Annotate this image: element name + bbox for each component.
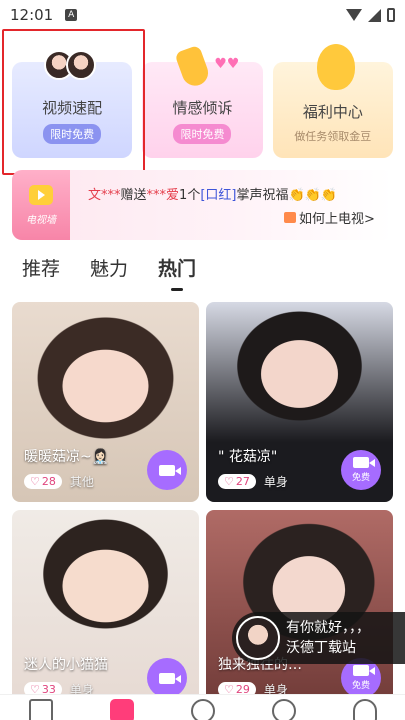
category-tabs: 推荐 魅力 热门 xyxy=(22,254,196,291)
video-camera-icon xyxy=(353,665,375,676)
tv-broadcast-banner[interactable]: 电视墙 文***赠送***爱1个[口红]掌声祝福👏👏👏 如何上电视> xyxy=(12,170,393,240)
free-video-call-button[interactable]: 免费 xyxy=(341,658,381,698)
heart-icon: ♡ xyxy=(224,475,234,488)
feature-title: 情感倾诉 xyxy=(172,99,233,117)
status-time: 12:01 xyxy=(10,6,54,24)
gift-suffix: 掌声祝福👏👏👏 xyxy=(236,188,338,203)
host-card[interactable]: 迷人的小猫猫 ♡ 33 单身 xyxy=(12,510,199,710)
free-video-call-button[interactable]: 免费 xyxy=(341,450,381,490)
host-card[interactable]: 独来独往的… ♡ 29 单身 免费 xyxy=(206,510,393,710)
feature-row: 视频速配 限时免费 ♥♥ 情感倾诉 限时免费 福利中心 做任务领取金豆 xyxy=(12,44,393,158)
home-icon[interactable] xyxy=(28,699,53,720)
play-icon xyxy=(29,184,53,205)
feature-title: 福利中心 xyxy=(302,103,363,121)
welfare-center-card[interactable]: 福利中心 做任务领取金豆 xyxy=(272,44,393,158)
gift-verb: 赠送 xyxy=(120,188,147,203)
sender-name: 文*** xyxy=(88,188,121,203)
host-name: 暖暖菇凉~👩🏻‍⚕️ xyxy=(24,449,110,465)
free-label: 免费 xyxy=(351,681,370,691)
host-meta: ♡ 28 其他 xyxy=(24,473,94,490)
how-to-get-on-tv-link[interactable]: 如何上电视> xyxy=(284,208,375,227)
video-match-avatars xyxy=(44,50,96,80)
toast-line-1: 有你就好，，， xyxy=(286,620,370,636)
tv-wall-label: 电视墙 xyxy=(26,214,56,226)
tab-recommend[interactable]: 推荐 xyxy=(22,254,60,281)
tab-hot[interactable]: 热门 xyxy=(158,254,196,291)
host-name: " 花菇凉" xyxy=(218,449,278,465)
video-camera-icon xyxy=(159,672,181,684)
gift-name: [口红] xyxy=(200,188,237,203)
toast-avatar xyxy=(236,616,280,660)
likes-count: 28 xyxy=(41,475,56,488)
video-match-card[interactable]: 视频速配 限时免费 xyxy=(12,50,133,158)
bottom-nav xyxy=(0,694,405,720)
host-card[interactable]: " 花菇凉" ♡ 27 单身 免费 xyxy=(206,302,393,502)
feature-subtitle: 做任务领取金豆 xyxy=(294,130,372,143)
video-call-button[interactable] xyxy=(147,450,187,490)
gift-broadcast-text: 文***赠送***爱1个[口红]掌声祝福👏👏👏 xyxy=(88,184,337,203)
likes-badge: ♡ 27 xyxy=(218,474,256,489)
hearts-icon: ♥♥ xyxy=(214,56,240,72)
phone-icon xyxy=(174,44,213,90)
tab-charm[interactable]: 魅力 xyxy=(90,254,128,281)
live-icon[interactable] xyxy=(109,699,134,720)
heart-icon: ♡ xyxy=(30,475,40,488)
free-label: 免费 xyxy=(351,473,370,483)
video-call-button[interactable] xyxy=(147,658,187,698)
avatar xyxy=(66,50,96,80)
toast-text: 有你就好，，， 沃德丁载站 xyxy=(286,618,370,658)
toast-line-2: 沃德丁载站 xyxy=(286,640,356,656)
floating-message-toast[interactable]: 有你就好，，， 沃德丁载站 xyxy=(232,612,405,664)
host-name: 迷人的小猫猫 xyxy=(24,657,108,673)
wifi-icon xyxy=(346,9,362,21)
chat-icon[interactable] xyxy=(271,699,296,720)
compass-icon[interactable] xyxy=(190,699,215,720)
status-bar: 12:01 A xyxy=(0,0,405,30)
host-meta: ♡ 27 单身 xyxy=(218,473,288,490)
likes-count: 27 xyxy=(235,475,250,488)
gift-count: 1个 xyxy=(179,188,201,203)
likes-badge: ♡ 28 xyxy=(24,474,62,489)
lock-icon xyxy=(284,212,296,223)
battery-icon xyxy=(387,8,395,22)
relationship-status: 其他 xyxy=(69,475,94,489)
limited-free-badge: 限时免费 xyxy=(173,124,232,144)
signal-icon xyxy=(368,8,381,22)
receiver-name: ***爱 xyxy=(146,188,180,203)
relationship-status: 单身 xyxy=(263,475,288,489)
profile-icon[interactable] xyxy=(352,699,377,720)
host-card[interactable]: 暖暖菇凉~👩🏻‍⚕️ ♡ 28 其他 xyxy=(12,302,199,502)
feature-title: 视频速配 xyxy=(42,99,103,117)
tv-wall-logo: 电视墙 xyxy=(12,170,70,240)
emotion-talk-card[interactable]: ♥♥ 情感倾诉 限时免费 xyxy=(142,44,263,158)
notification-a-icon: A xyxy=(65,9,78,21)
video-camera-icon xyxy=(159,464,181,476)
gold-egg-icon xyxy=(316,44,355,90)
video-camera-icon xyxy=(353,457,375,468)
how-link-label: 如何上电视> xyxy=(299,212,375,227)
limited-free-badge: 限时免费 xyxy=(43,124,102,144)
